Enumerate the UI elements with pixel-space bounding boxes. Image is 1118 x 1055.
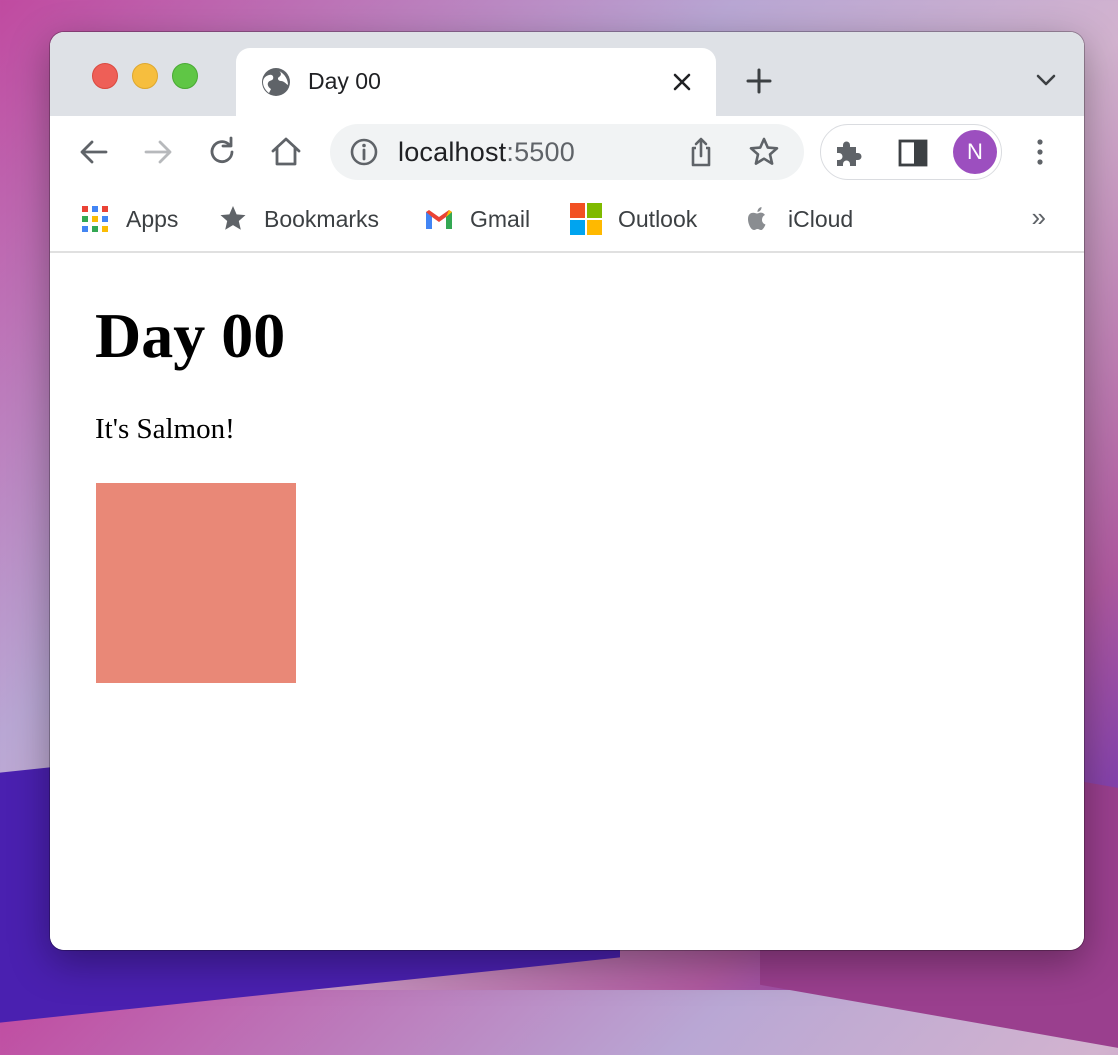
puzzle-icon[interactable]: [831, 135, 867, 171]
bookmark-label: Apps: [126, 205, 179, 232]
page-text: It's Salmon!: [95, 413, 235, 445]
bookmark-label: iCloud: [788, 205, 854, 232]
bookmark-bookmarks[interactable]: Bookmarks: [218, 202, 379, 236]
bookmark-star-icon[interactable]: [748, 136, 780, 168]
extensions-group: N: [820, 124, 1002, 180]
salmon-color-box: [96, 483, 296, 683]
bookmarks-bar: Apps Bookmarks Gmail Outlook iCloud »: [50, 188, 1084, 253]
forward-arrow-icon[interactable]: [140, 134, 176, 170]
tab-day-00[interactable]: Day 00: [236, 48, 716, 116]
globe-icon: [262, 68, 290, 96]
star-icon: [220, 206, 246, 230]
apple-icon: [748, 207, 766, 230]
bookmark-gmail[interactable]: Gmail: [424, 202, 530, 236]
home-icon[interactable]: [268, 134, 304, 170]
share-icon[interactable]: [685, 136, 717, 168]
profile-avatar[interactable]: N: [953, 130, 997, 174]
new-tab-icon[interactable]: [742, 64, 776, 98]
page-content: Day 00 It's Salmon!: [50, 253, 1084, 950]
back-arrow-icon[interactable]: [76, 134, 112, 170]
page-heading: Day 00: [95, 300, 286, 371]
bookmark-label: Gmail: [470, 205, 531, 232]
bookmark-outlook[interactable]: Outlook: [570, 202, 697, 236]
more-menu-icon[interactable]: [1022, 134, 1058, 170]
reload-icon[interactable]: [204, 134, 240, 170]
minimize-window-button[interactable]: [132, 63, 158, 89]
bookmark-label: Outlook: [618, 205, 698, 232]
gmail-icon: [426, 210, 452, 229]
outlook-icon: [570, 203, 602, 235]
tab-strip: Day 00: [50, 32, 1084, 116]
url-port: :5500: [506, 137, 575, 167]
bookmark-label: Bookmarks: [264, 205, 380, 232]
close-window-button[interactable]: [92, 63, 118, 89]
url-host: localhost: [398, 137, 507, 167]
maximize-window-button[interactable]: [172, 63, 198, 89]
apps-grid-icon: [82, 206, 108, 232]
bookmarks-overflow-button[interactable]: »: [1032, 202, 1046, 233]
toolbar: localhost:5500 N: [50, 116, 1084, 188]
side-panel-icon[interactable]: [895, 135, 931, 171]
chevron-down-icon[interactable]: [1034, 68, 1058, 92]
tab-title: Day 00: [308, 68, 381, 94]
bookmark-icloud[interactable]: iCloud: [742, 202, 853, 236]
address-bar[interactable]: localhost:5500: [330, 124, 804, 180]
site-info-icon[interactable]: [348, 136, 380, 168]
close-tab-icon[interactable]: [666, 66, 698, 98]
browser-window: Day 00 localhost:5500 N Apps Bookmarks G…: [50, 32, 1084, 950]
url-text[interactable]: localhost:5500: [398, 137, 575, 168]
bookmark-apps[interactable]: Apps: [80, 202, 178, 236]
